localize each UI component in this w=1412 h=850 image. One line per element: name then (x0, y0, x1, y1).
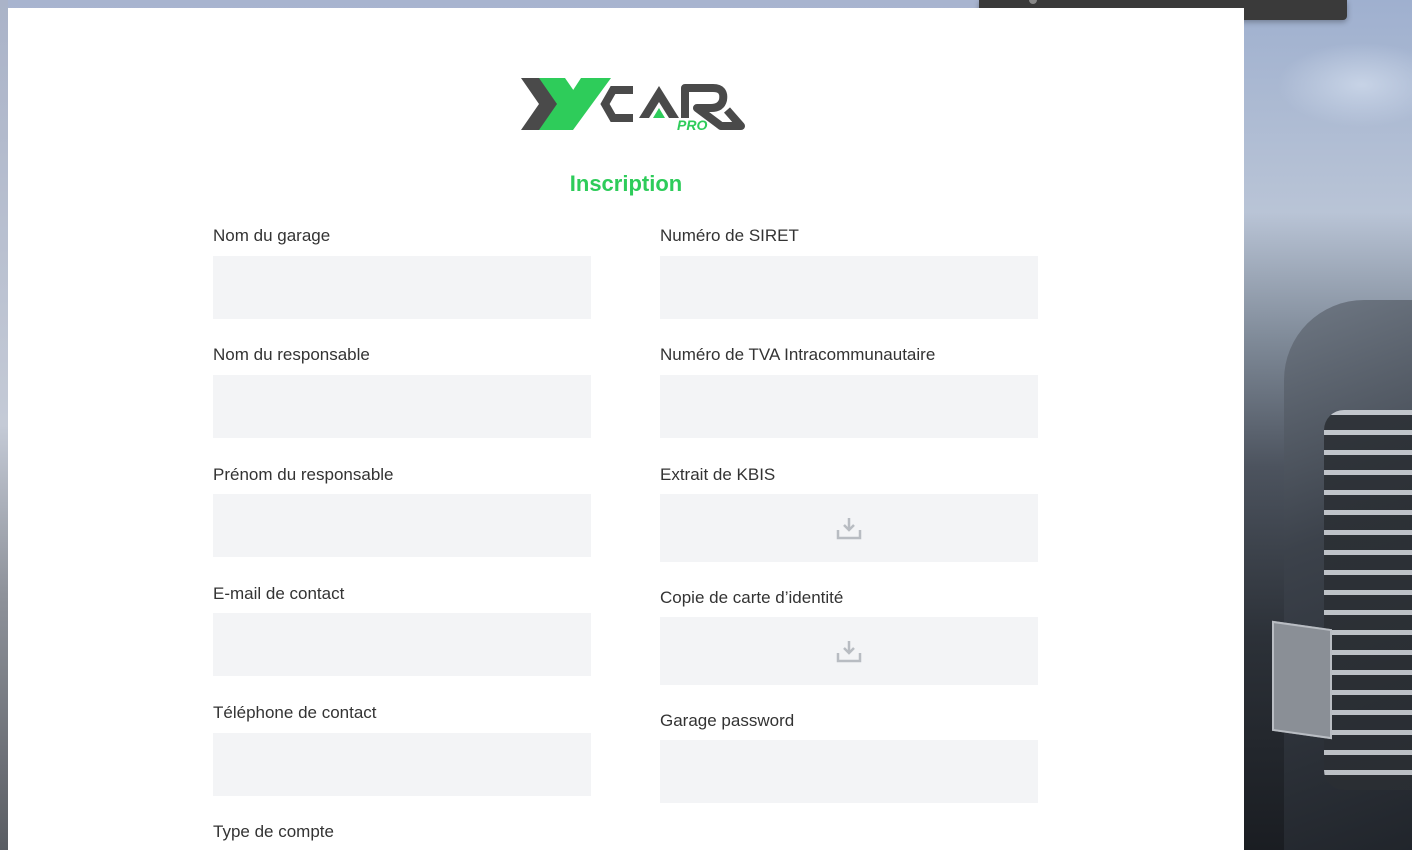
download-tray-icon (836, 641, 862, 663)
registration-page: PRO Inscription Nom du garage Nom du res… (8, 8, 1244, 850)
garage-password-input[interactable] (660, 740, 1038, 803)
account-type-label: Type de compte (213, 822, 334, 841)
garage-name-label: Nom du garage (213, 226, 331, 245)
page-title: Inscription (569, 171, 683, 196)
vat-number-input[interactable] (660, 375, 1038, 438)
manager-firstname-input[interactable] (213, 494, 591, 557)
contact-phone-input[interactable] (213, 733, 591, 796)
xcar-pro-logo: PRO (521, 78, 745, 133)
id-card-upload[interactable] (660, 617, 1038, 685)
background-car-image (1244, 0, 1412, 850)
logo-letter-c (600, 86, 633, 122)
logo-letter-a-accent (653, 108, 665, 118)
vat-number-label: Numéro de TVA Intracommunautaire (660, 345, 936, 364)
toast-icon (1029, 0, 1037, 4)
id-card-label: Copie de carte d’identité (660, 588, 844, 607)
background-left (0, 0, 8, 850)
contact-phone-label: Téléphone de contact (213, 703, 377, 722)
car-plate (1272, 620, 1332, 740)
contact-email-label: E-mail de contact (213, 584, 345, 603)
kbis-label: Extrait de KBIS (660, 465, 776, 484)
manager-name-input[interactable] (213, 375, 591, 438)
kbis-upload[interactable] (660, 494, 1038, 562)
garage-password-label: Garage password (660, 711, 795, 730)
manager-name-label: Nom du responsable (213, 345, 370, 364)
logo-x-mark (521, 78, 611, 130)
download-tray-icon (836, 518, 862, 540)
manager-firstname-label: Prénom du responsable (213, 465, 394, 484)
contact-email-input[interactable] (213, 613, 591, 676)
logo-sub: PRO (677, 117, 707, 133)
car-grille (1324, 410, 1412, 790)
siret-label: Numéro de SIRET (660, 226, 799, 245)
garage-name-input[interactable] (213, 256, 591, 319)
siret-input[interactable] (660, 256, 1038, 319)
